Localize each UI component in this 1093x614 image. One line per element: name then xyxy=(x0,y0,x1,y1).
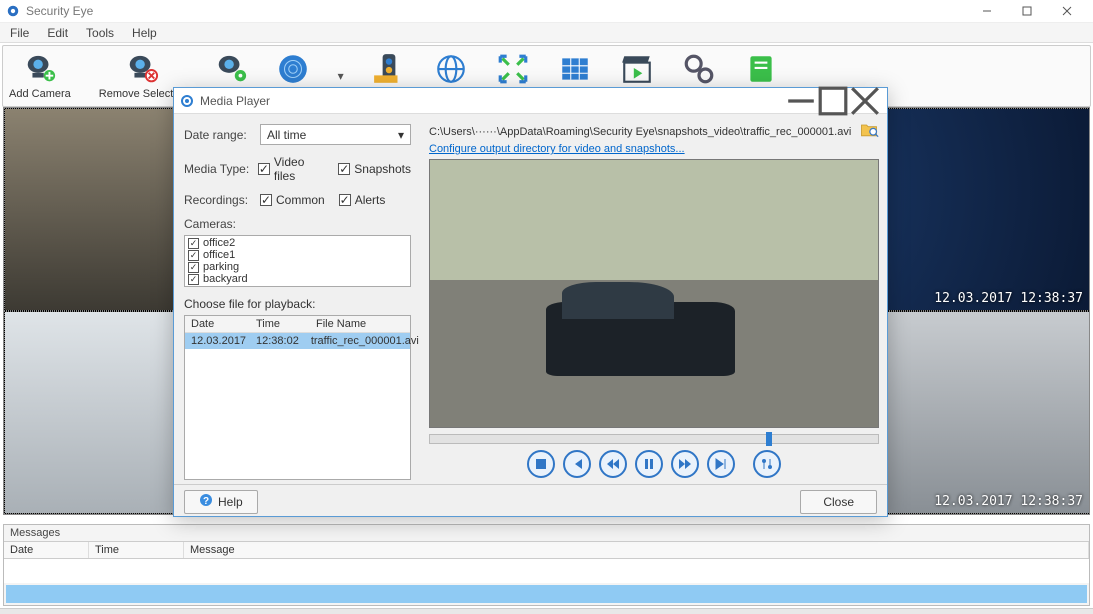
expand-arrows-icon xyxy=(496,53,530,85)
dialog-maximize-button[interactable] xyxy=(817,89,849,113)
statusbar xyxy=(0,608,1093,614)
media-player-dialog: Media Player Date range: All time ▾ Medi… xyxy=(173,87,888,517)
media-type-label: Media Type: xyxy=(184,162,252,176)
gears-icon xyxy=(682,53,716,85)
playback-controls xyxy=(429,448,879,478)
date-range-value: All time xyxy=(267,128,306,142)
add-camera-button[interactable]: Add Camera xyxy=(9,53,71,100)
traffic-light-icon xyxy=(372,53,406,85)
common-checkbox[interactable]: ✓Common xyxy=(260,193,325,207)
file-row[interactable]: 12.03.2017 12:38:02 traffic_rec_000001.a… xyxy=(185,333,410,349)
add-camera-label: Add Camera xyxy=(9,88,71,100)
clapper-play-icon xyxy=(620,53,654,85)
settings-playback-button[interactable] xyxy=(753,450,781,478)
window-minimize-button[interactable] xyxy=(967,0,1007,22)
stop-button[interactable] xyxy=(527,450,555,478)
app-icon xyxy=(6,4,20,18)
date-range-select[interactable]: All time ▾ xyxy=(260,124,411,145)
grid-icon xyxy=(558,53,592,85)
messages-panel: Messages Date Time Message xyxy=(3,524,1090,606)
file-table: Date Time File Name 12.03.2017 12:38:02 … xyxy=(184,315,411,480)
dialog-minimize-button[interactable] xyxy=(785,89,817,113)
menu-tools[interactable]: Tools xyxy=(82,26,118,40)
video-path: C:\Users\······\AppData\Roaming\Security… xyxy=(429,126,853,138)
webcam-plus-icon xyxy=(23,53,57,85)
browse-folder-button[interactable] xyxy=(859,120,879,143)
camera-item: ✓backyard xyxy=(186,273,409,285)
messages-col-date[interactable]: Date xyxy=(4,542,89,558)
slider-thumb[interactable] xyxy=(766,432,772,446)
menu-edit[interactable]: Edit xyxy=(43,26,72,40)
camera-item: ✓office1 xyxy=(186,249,409,261)
dropdown-arrow-icon[interactable]: ▾ xyxy=(338,69,344,83)
recordings-label: Recordings: xyxy=(184,193,254,207)
webcam-remove-icon xyxy=(125,53,159,85)
cameras-list[interactable]: ✓office2 ✓office1 ✓parking ✓backyard xyxy=(184,235,411,287)
file-col-time[interactable]: Time xyxy=(250,316,310,332)
snapshots-checkbox[interactable]: ✓Snapshots xyxy=(338,162,411,176)
file-col-name[interactable]: File Name xyxy=(310,316,410,332)
alerts-checkbox[interactable]: ✓Alerts xyxy=(339,193,386,207)
chevron-down-icon: ▾ xyxy=(398,128,404,142)
configure-output-link[interactable]: Configure output directory for video and… xyxy=(429,143,879,155)
help-button[interactable]: ? Help xyxy=(184,490,258,514)
window-close-button[interactable] xyxy=(1047,0,1087,22)
next-button[interactable] xyxy=(707,450,735,478)
prev-button[interactable] xyxy=(563,450,591,478)
app-title: Security Eye xyxy=(26,4,967,18)
messages-header: Date Time Message xyxy=(4,541,1089,559)
pause-button[interactable] xyxy=(635,450,663,478)
dialog-right-pane: C:\Users\······\AppData\Roaming\Security… xyxy=(421,114,887,484)
globe-icon xyxy=(434,53,468,85)
menu-file[interactable]: File xyxy=(6,26,33,40)
close-button[interactable]: Close xyxy=(800,490,877,514)
help-icon: ? xyxy=(199,493,213,510)
video-files-checkbox[interactable]: ✓Video files xyxy=(258,155,324,183)
camera-item: ✓office2 xyxy=(186,237,409,249)
window-maximize-button[interactable] xyxy=(1007,0,1047,22)
timestamp-overlay: 12.03.2017 12:38:37 xyxy=(934,494,1083,509)
forward-button[interactable] xyxy=(671,450,699,478)
dialog-left-pane: Date range: All time ▾ Media Type: ✓Vide… xyxy=(174,114,421,484)
svg-text:?: ? xyxy=(203,496,209,507)
window-titlebar: Security Eye xyxy=(0,0,1093,23)
file-col-date[interactable]: Date xyxy=(185,316,250,332)
messages-col-message[interactable]: Message xyxy=(184,542,1089,558)
messages-selection-row[interactable] xyxy=(6,585,1087,603)
radar-icon xyxy=(276,53,310,85)
rewind-button[interactable] xyxy=(599,450,627,478)
dialog-footer: ? Help Close xyxy=(174,484,887,518)
menu-help[interactable]: Help xyxy=(128,26,161,40)
messages-body xyxy=(4,559,1089,583)
video-viewport[interactable] xyxy=(429,159,879,428)
camera-item: ✓parking xyxy=(186,261,409,273)
webcam-gear-icon xyxy=(214,53,248,85)
messages-col-time[interactable]: Time xyxy=(89,542,184,558)
dialog-title: Media Player xyxy=(200,94,785,108)
date-range-label: Date range: xyxy=(184,128,254,142)
menubar: File Edit Tools Help xyxy=(0,23,1093,43)
choose-file-label: Choose file for playback: xyxy=(184,297,411,311)
playback-slider[interactable] xyxy=(429,434,879,444)
dialog-close-button[interactable] xyxy=(849,89,881,113)
messages-title: Messages xyxy=(4,525,1089,541)
book-icon xyxy=(744,53,778,85)
timestamp-overlay: 12.03.2017 12:38:37 xyxy=(934,291,1083,306)
cameras-label: Cameras: xyxy=(184,217,411,231)
dialog-icon xyxy=(180,94,194,108)
dialog-titlebar: Media Player xyxy=(174,88,887,114)
